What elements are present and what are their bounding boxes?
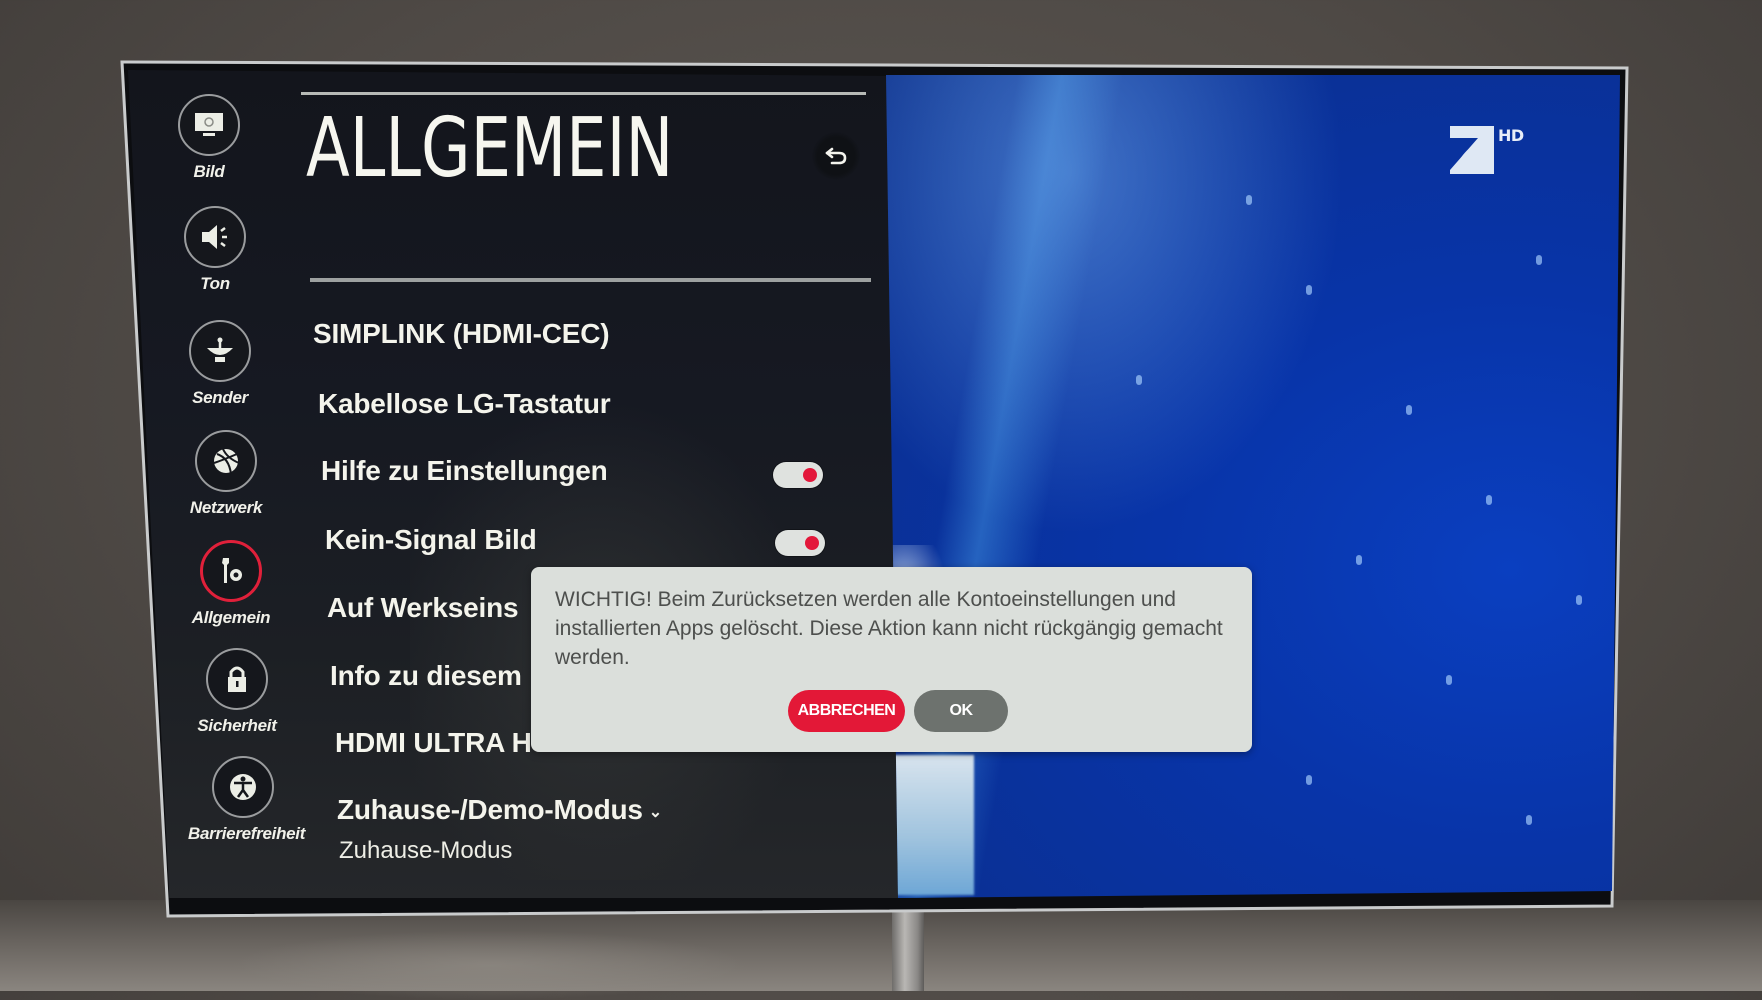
ok-button[interactable]: OK: [914, 690, 1008, 732]
prosieben-logo-icon: [1450, 126, 1494, 174]
sidebar-item-label: Bild: [193, 162, 225, 181]
cancel-button[interactable]: ABBRECHEN: [788, 690, 905, 732]
accessibility-icon: [212, 756, 274, 818]
title-top-line: [301, 92, 866, 95]
sidebar-item-label: Netzwerk: [189, 498, 263, 517]
sidebar-item-ton[interactable]: Ton: [160, 206, 270, 294]
menu-item-home-demo-mode[interactable]: Zuhause-/Demo-Modus ⌄: [337, 794, 662, 826]
header-divider: [310, 278, 871, 282]
chevron-down-icon: ⌄: [648, 803, 662, 821]
menu-item-device-info[interactable]: Info zu diesem: [330, 660, 522, 692]
sidebar-item-label: Sicherheit: [197, 716, 277, 735]
lock-icon: [206, 648, 268, 710]
sidebar-item-label: Allgemein: [191, 608, 271, 627]
globe-icon: [195, 430, 257, 492]
wrench-gear-icon: [200, 540, 262, 602]
back-arrow-icon: [825, 147, 847, 165]
no-signal-image-toggle[interactable]: [775, 530, 825, 556]
sidebar-item-sender[interactable]: Sender: [165, 320, 275, 408]
menu-item-settings-help[interactable]: Hilfe zu Einstellungen: [321, 455, 608, 487]
dialog-message: WICHTIG! Beim Zurücksetzen werden alle K…: [555, 588, 1223, 669]
sidebar-item-label: Ton: [200, 274, 230, 293]
page-title: ALLGEMEIN: [306, 101, 674, 196]
satellite-dish-icon: [189, 320, 251, 382]
video-foam: [894, 755, 974, 895]
speaker-icon: [184, 206, 246, 268]
back-button[interactable]: [812, 132, 860, 180]
sidebar-item-label: Sender: [192, 388, 248, 407]
channel-hd-badge: HD: [1498, 126, 1524, 145]
sidebar-item-barrierefreiheit[interactable]: Barrierefreiheit: [188, 756, 306, 844]
factory-reset-dialog: WICHTIG! Beim Zurücksetzen werden alle K…: [531, 567, 1252, 752]
sidebar-item-allgemein[interactable]: Allgemein: [176, 540, 286, 628]
sidebar-item-sicherheit[interactable]: Sicherheit: [182, 648, 292, 736]
sidebar-item-label: Barrierefreiheit: [188, 824, 306, 843]
menu-item-hdmi-ultra-hd[interactable]: HDMI ULTRA H: [335, 727, 532, 759]
live-tv-video: [886, 75, 1620, 898]
channel-logo: HD: [1448, 124, 1528, 184]
home-demo-mode-value: Zuhause-Modus: [339, 837, 513, 864]
menu-item-simplink[interactable]: SIMPLINK (HDMI-CEC): [313, 318, 610, 350]
toggle-knob: [805, 536, 819, 550]
menu-item-factory-reset[interactable]: Auf Werkseins: [327, 592, 519, 624]
sidebar-item-netzwerk[interactable]: Netzwerk: [171, 430, 281, 518]
menu-item-label: Zuhause-/Demo-Modus: [337, 794, 643, 825]
menu-item-no-signal-image[interactable]: Kein-Signal Bild: [325, 524, 537, 556]
toggle-knob: [803, 468, 817, 482]
settings-help-toggle[interactable]: [773, 462, 823, 488]
tv-screen: HD Bild Ton Sender Netzwerk Allgemein Si…: [0, 0, 1762, 991]
menu-item-wireless-keyboard[interactable]: Kabellose LG-Tastatur: [318, 388, 611, 420]
picture-icon: [178, 94, 240, 156]
sidebar-item-bild[interactable]: Bild: [154, 94, 264, 182]
